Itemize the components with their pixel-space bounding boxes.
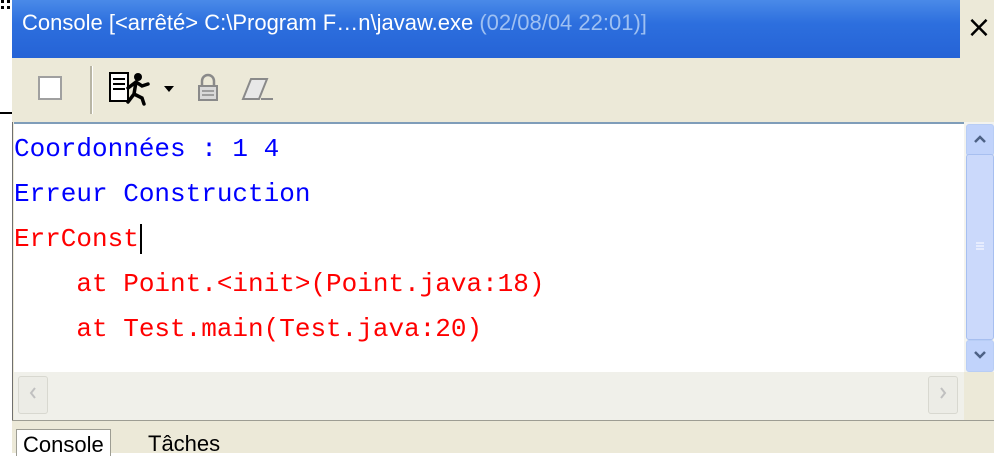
scroll-lock-button[interactable] (188, 68, 228, 112)
console-line-with-caret: ErrConst (14, 224, 142, 255)
toolbar-separator (90, 66, 93, 114)
scroll-right-button[interactable] (928, 376, 958, 414)
erase-button[interactable] (236, 68, 280, 112)
title-label: Console [<arrêté> C:\Program F…n\javaw.e… (22, 10, 480, 35)
scroll-down-button[interactable] (966, 340, 994, 372)
console-line: Erreur Construction (14, 179, 311, 209)
console-line: at Test.main(Test.java:20) (14, 314, 483, 344)
title-timestamp: (02/08/04 22:01)] (479, 10, 647, 35)
run-menu-button[interactable] (106, 68, 152, 112)
clear-console-icon (35, 73, 65, 108)
chevron-left-icon (28, 386, 38, 405)
scroll-left-button[interactable] (18, 376, 48, 414)
vertical-scrollbar[interactable] (964, 122, 994, 372)
scroll-lock-icon (195, 73, 221, 108)
chevron-down-icon (973, 347, 987, 365)
scroll-up-button[interactable] (966, 124, 994, 156)
tab-taches[interactable]: Tâches (142, 429, 226, 456)
dropdown-arrow-icon (162, 81, 176, 99)
chevron-up-icon (973, 131, 987, 149)
left-edge-tick (0, 112, 12, 114)
run-menu-dropdown[interactable] (158, 68, 180, 112)
erase-icon (239, 73, 277, 108)
console-title-tab[interactable]: Console [<arrêté> C:\Program F…n\javaw.e… (12, 0, 960, 58)
horizontal-scrollbar[interactable] (14, 372, 964, 420)
console-line: ErrConst (14, 224, 139, 254)
view-title-bar: Console [<arrêté> C:\Program F…n\javaw.e… (12, 0, 994, 58)
view-tabs: Console Tâches (12, 420, 994, 457)
console-line: Coordonnées : 1 4 (14, 134, 280, 164)
text-caret (139, 224, 142, 255)
clear-console-button[interactable] (28, 68, 72, 112)
close-view-button[interactable]: × (964, 6, 994, 50)
left-edge-marks (0, 0, 12, 14)
console-output[interactable]: Coordonnées : 1 4 Erreur Construction Er… (14, 122, 964, 374)
scrollbar-corner (964, 372, 994, 420)
run-menu-icon (108, 70, 150, 111)
vertical-scroll-thumb[interactable] (966, 154, 994, 340)
grip-icon (974, 238, 986, 256)
title-text: Console [<arrêté> C:\Program F…n\javaw.e… (22, 10, 647, 36)
console-toolbar (12, 58, 994, 122)
chevron-right-icon (938, 386, 948, 405)
console-line: at Point.<init>(Point.java:18) (14, 269, 545, 299)
